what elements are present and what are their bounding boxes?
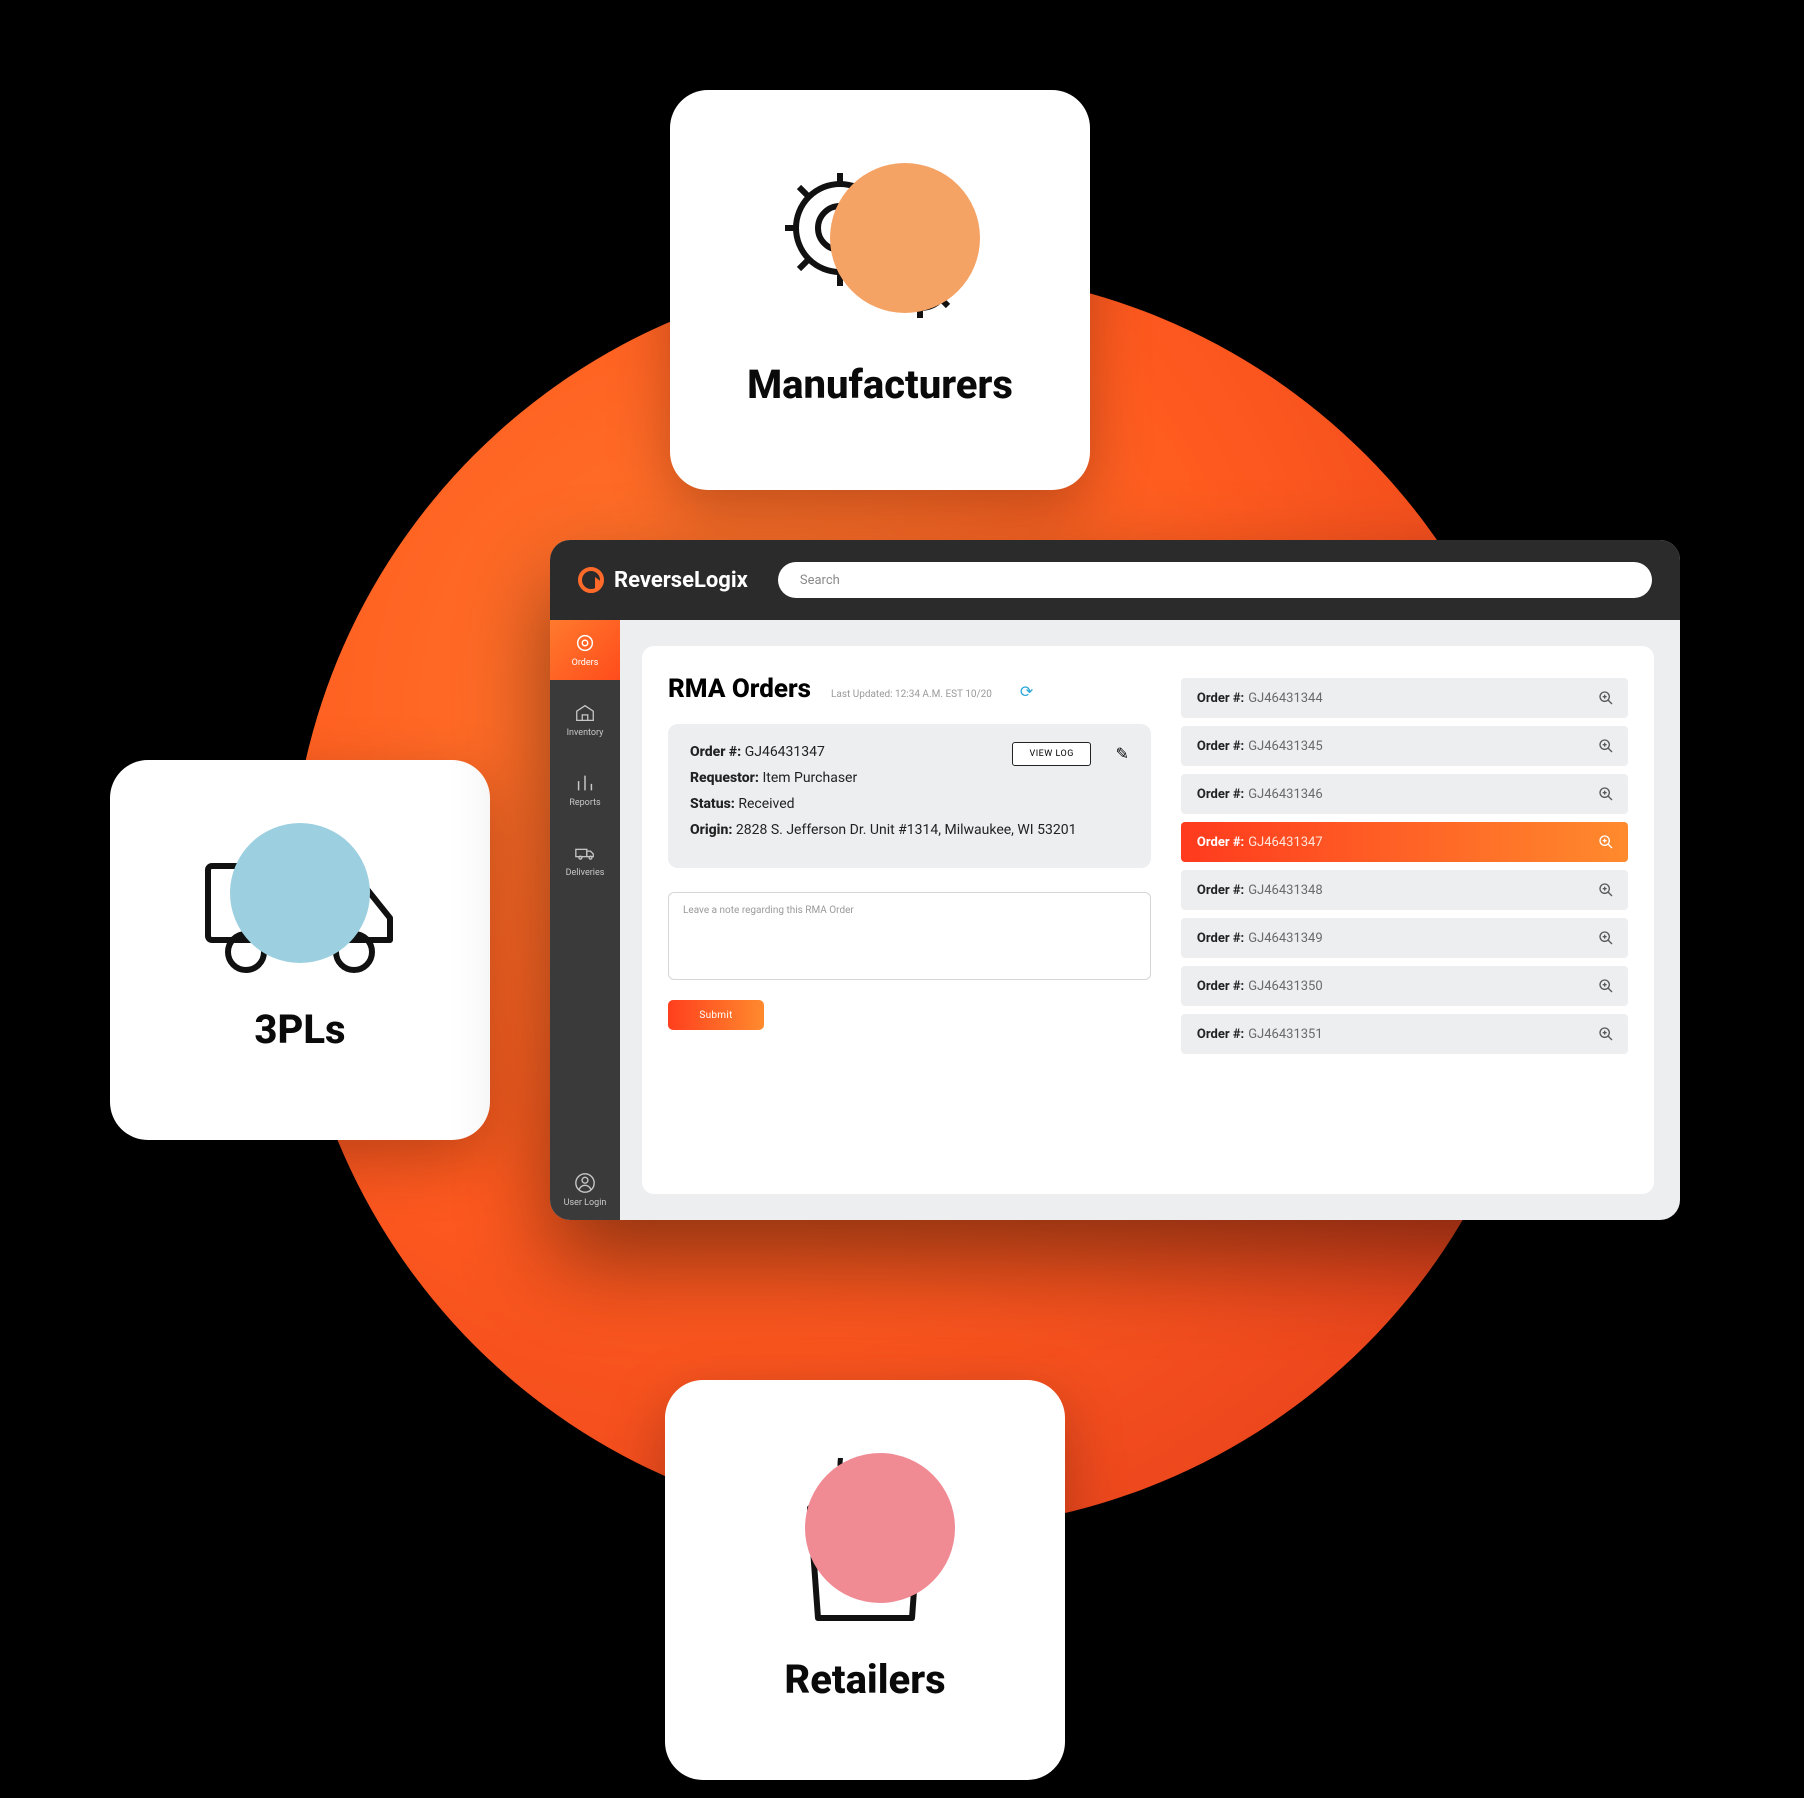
- magnify-icon[interactable]: [1598, 1026, 1614, 1042]
- order-row-label: Order #:: [1197, 931, 1244, 946]
- card-accent-dot: [830, 163, 980, 313]
- sidebar-item-reports[interactable]: Reports: [550, 760, 620, 820]
- order-row-number: GJ46431351: [1248, 1027, 1322, 1042]
- refresh-icon[interactable]: ⟳: [1020, 682, 1033, 701]
- view-log-button[interactable]: VIEW LOG: [1012, 742, 1090, 766]
- order-row[interactable]: Order #: GJ46431345: [1181, 726, 1628, 766]
- order-row-label: Order #:: [1197, 739, 1244, 754]
- order-row[interactable]: Order #: GJ46431350: [1181, 966, 1628, 1006]
- magnify-icon[interactable]: [1598, 690, 1614, 706]
- order-row-number: GJ46431349: [1248, 931, 1322, 946]
- order-row-label: Order #:: [1197, 1027, 1244, 1042]
- magnify-icon[interactable]: [1598, 786, 1614, 802]
- requestor-value: Item Purchaser: [762, 770, 857, 786]
- orders-icon: [574, 632, 596, 654]
- order-row[interactable]: Order #: GJ46431349: [1181, 918, 1628, 958]
- brand: ReverseLogix: [578, 567, 748, 593]
- order-row-number: GJ46431344: [1248, 691, 1322, 706]
- status-value: Received: [738, 796, 794, 812]
- order-row-number: GJ46431346: [1248, 787, 1322, 802]
- sidebar-item-user-login[interactable]: User Login: [550, 1160, 620, 1220]
- order-value: GJ46431347: [745, 744, 825, 760]
- brand-logo-icon: [578, 567, 604, 593]
- user-icon: [574, 1172, 596, 1194]
- sidebar-label: User Login: [564, 1198, 607, 1208]
- brand-name: ReverseLogix: [614, 568, 748, 593]
- order-row-label: Order #:: [1197, 787, 1244, 802]
- card-accent-dot: [805, 1453, 955, 1603]
- edit-icon[interactable]: ✎: [1115, 744, 1128, 763]
- card-label: Manufacturers: [747, 361, 1013, 408]
- order-row-number: GJ46431345: [1248, 739, 1322, 754]
- card-retailers: Retailers: [665, 1380, 1065, 1780]
- sidebar-item-deliveries[interactable]: Deliveries: [550, 830, 620, 890]
- order-row-number: GJ46431347: [1248, 835, 1322, 850]
- card-manufacturers: Manufacturers: [670, 90, 1090, 490]
- card-label: Retailers: [784, 1656, 945, 1703]
- search-placeholder: Search: [800, 573, 840, 588]
- status-label: Status:: [690, 796, 735, 812]
- sidebar-label: Reports: [569, 798, 600, 808]
- card-accent-dot: [230, 823, 370, 963]
- submit-button[interactable]: Submit: [668, 1000, 764, 1030]
- reports-icon: [574, 772, 596, 794]
- orders-list: Order #: GJ46431344Order #: GJ46431345Or…: [1181, 678, 1628, 1166]
- note-placeholder: Leave a note regarding this RMA Order: [683, 905, 854, 916]
- search-input[interactable]: Search: [778, 562, 1652, 598]
- sidebar-label: Inventory: [567, 728, 604, 738]
- order-row-label: Order #:: [1197, 979, 1244, 994]
- order-row[interactable]: Order #: GJ46431347: [1181, 822, 1628, 862]
- order-label: Order #:: [690, 744, 741, 760]
- order-row[interactable]: Order #: GJ46431344: [1181, 678, 1628, 718]
- origin-value: 2828 S. Jefferson Dr. Unit #1314, Milwau…: [736, 822, 1077, 838]
- note-textarea[interactable]: Leave a note regarding this RMA Order: [668, 892, 1151, 980]
- order-detail-card: VIEW LOG ✎ Order #: GJ46431347 Requestor…: [668, 724, 1151, 868]
- page-title: RMA Orders: [668, 674, 811, 704]
- origin-label: Origin:: [690, 822, 732, 838]
- magnify-icon[interactable]: [1598, 738, 1614, 754]
- sidebar-label: Deliveries: [566, 868, 605, 878]
- sidebar-label: Orders: [572, 658, 599, 668]
- sidebar: Orders Inventory Reports Deliveries: [550, 620, 620, 1220]
- sidebar-item-inventory[interactable]: Inventory: [550, 690, 620, 750]
- magnify-icon[interactable]: [1598, 882, 1614, 898]
- app-window: ReverseLogix Search Orders Inventory Rep…: [550, 540, 1680, 1220]
- card-label: 3PLs: [254, 1006, 345, 1053]
- topbar: ReverseLogix Search: [550, 540, 1680, 620]
- deliveries-icon: [574, 842, 596, 864]
- magnify-icon[interactable]: [1598, 930, 1614, 946]
- order-row-label: Order #:: [1197, 691, 1244, 706]
- order-row-label: Order #:: [1197, 835, 1244, 850]
- requestor-label: Requestor:: [690, 770, 759, 786]
- order-row-label: Order #:: [1197, 883, 1244, 898]
- order-row[interactable]: Order #: GJ46431348: [1181, 870, 1628, 910]
- order-row[interactable]: Order #: GJ46431351: [1181, 1014, 1628, 1054]
- magnify-icon[interactable]: [1598, 978, 1614, 994]
- sidebar-item-orders[interactable]: Orders: [550, 620, 620, 680]
- card-3pls: 3PLs: [110, 760, 490, 1140]
- content-panel: RMA Orders Last Updated: 12:34 A.M. EST …: [642, 646, 1654, 1194]
- last-updated: Last Updated: 12:34 A.M. EST 10/20: [831, 689, 992, 700]
- inventory-icon: [574, 702, 596, 724]
- order-row[interactable]: Order #: GJ46431346: [1181, 774, 1628, 814]
- order-row-number: GJ46431350: [1248, 979, 1322, 994]
- order-row-number: GJ46431348: [1248, 883, 1322, 898]
- magnify-icon[interactable]: [1598, 834, 1614, 850]
